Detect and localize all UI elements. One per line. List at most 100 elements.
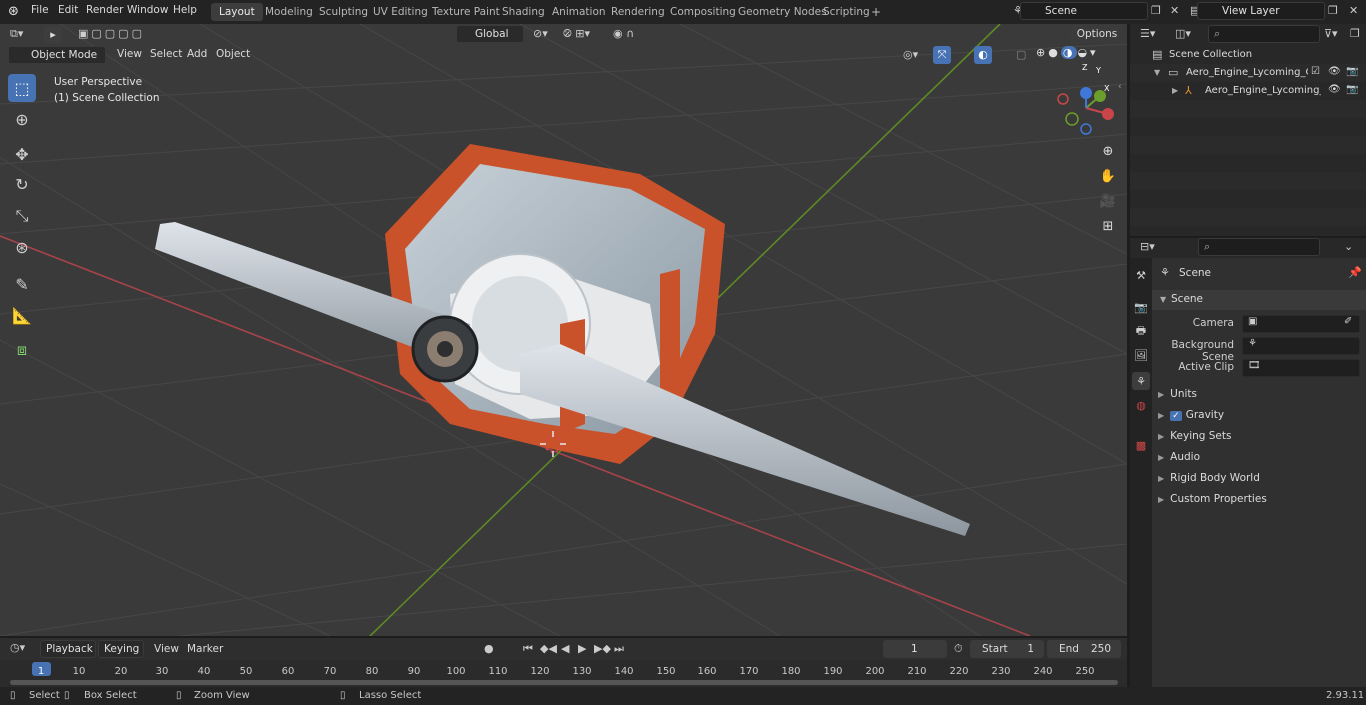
scene-tab-icon[interactable]: ⚘	[1132, 372, 1150, 390]
add-workspace-icon[interactable]: +	[871, 5, 881, 19]
menu-help[interactable]: Help	[173, 4, 197, 16]
menu-render[interactable]: Render	[86, 4, 123, 16]
playback-menu[interactable]: Playback	[40, 640, 96, 658]
new-scene-icon[interactable]: ❐	[1151, 4, 1161, 17]
shading-modes-icons[interactable]: ⊕● ◑ ◒▾	[1036, 46, 1099, 59]
end-frame-field[interactable]: End 250	[1047, 640, 1121, 658]
render-tab-icon[interactable]: 📷	[1132, 298, 1150, 316]
jump-end-icon[interactable]: ⏭	[614, 642, 624, 656]
menu-file[interactable]: File	[31, 4, 49, 16]
options-button[interactable]: Options	[1070, 25, 1124, 43]
pivot-icon[interactable]: ⊘▾	[533, 27, 548, 40]
expand-arrow-icon[interactable]: ▶	[1172, 86, 1178, 95]
zoom-icon[interactable]: ⊕	[1096, 139, 1120, 163]
camera-field[interactable]	[1242, 315, 1360, 333]
play-icon[interactable]: ▶	[578, 642, 586, 655]
tool-transform-icon[interactable]: ⊛	[8, 233, 36, 261]
section-custom-properties[interactable]: ▶ Custom Properties	[1158, 493, 1267, 505]
new-view-layer-icon[interactable]: ❐	[1328, 4, 1338, 17]
filter-icon[interactable]: ⊽▾	[1324, 27, 1338, 40]
stopwatch-icon[interactable]: ⏱	[954, 642, 963, 656]
tool-annotate-icon[interactable]: ✎	[8, 270, 36, 298]
outliner-editor-icon[interactable]: ☰▾	[1140, 27, 1155, 40]
ortho-grid-icon[interactable]: ⊞	[1096, 214, 1120, 238]
view-layer-field[interactable]: View Layer	[1197, 2, 1325, 20]
play-reverse-icon[interactable]: ◀	[561, 642, 569, 655]
new-collection-icon[interactable]: ❐	[1350, 27, 1360, 40]
collapse-arrow-icon[interactable]: ▼	[1160, 295, 1166, 304]
scene-field[interactable]: Scene	[1020, 2, 1148, 20]
editor-type-icon[interactable]: ⧉▾	[10, 27, 23, 41]
visibility-icon[interactable]: ◎▾	[903, 48, 918, 61]
gravity-checkbox-icon[interactable]: ✓	[1170, 411, 1182, 421]
transform-orientation-select[interactable]: Global	[456, 25, 524, 43]
start-frame-field[interactable]: Start 1	[970, 640, 1044, 658]
menu-edit[interactable]: Edit	[58, 4, 78, 16]
menu-window[interactable]: Window	[127, 4, 168, 16]
proportional-edit-icon[interactable]: ◉ ∩	[613, 27, 634, 40]
eyedropper-icon[interactable]: ✐	[1344, 316, 1352, 327]
delete-scene-icon[interactable]: ✕	[1170, 4, 1179, 17]
prev-keyframe-icon[interactable]: ◆◀	[540, 642, 557, 655]
render-camera-icon[interactable]: 📷	[1346, 66, 1358, 77]
tool-select-icon[interactable]: ▸	[44, 26, 62, 44]
jump-start-icon[interactable]: ⏮	[523, 642, 533, 656]
next-keyframe-icon[interactable]: ▶◆	[594, 642, 611, 655]
current-frame-field[interactable]: 1	[883, 640, 947, 658]
tool-measure-icon[interactable]: 📐	[8, 301, 36, 329]
timeline-scrollbar[interactable]	[10, 680, 1118, 685]
tool-scale-icon[interactable]: ⤡	[8, 202, 36, 230]
timeline-editor-icon[interactable]: ◷▾	[10, 641, 25, 654]
3d-viewport[interactable]: Z Y X ⧉▾ ▸ ▣▢▢▢▢ ⟀ Global ⊘▾ ⦼ ⊞▾ ◉ ∩ Op…	[0, 24, 1127, 636]
eye-icon[interactable]: 👁	[1328, 66, 1341, 77]
keying-menu[interactable]: Keying	[98, 640, 144, 658]
timeline-marker-menu[interactable]: Marker	[187, 643, 223, 655]
outliner-search-input[interactable]	[1208, 25, 1320, 43]
outliner-item-collection[interactable]: Aero_Engine_Lycoming_O_00	[1186, 67, 1308, 78]
blender-logo-icon[interactable]: ⊛	[8, 4, 19, 19]
checkbox-icon[interactable]: ☑	[1311, 66, 1320, 77]
tab-scripting[interactable]: Scripting	[815, 3, 878, 21]
section-gravity[interactable]: ▶ ✓ Gravity	[1158, 409, 1224, 421]
overlay-toggle-icon[interactable]: ◐	[974, 46, 992, 64]
mode-select[interactable]: Object Mode	[8, 46, 106, 64]
properties-options-icon[interactable]: ⌄	[1344, 240, 1353, 253]
menu-select[interactable]: Select	[150, 48, 182, 60]
gizmo-toggle-icon[interactable]: ⤧	[933, 46, 951, 64]
menu-add[interactable]: Add	[187, 48, 207, 60]
eye-icon[interactable]: 👁	[1328, 84, 1341, 95]
delete-view-layer-icon[interactable]: ✕	[1349, 4, 1358, 17]
timeline-panel[interactable]: ◷▾ Playback Keying View Marker ● ⏮ ◆◀ ◀ …	[0, 638, 1127, 687]
world-tab-icon[interactable]: ◍	[1132, 396, 1150, 414]
pan-hand-icon[interactable]: ✋	[1096, 164, 1120, 188]
select-mode-icons[interactable]: ▣▢▢▢▢	[78, 27, 145, 40]
render-camera-icon[interactable]: 📷	[1346, 84, 1358, 95]
sidebar-toggle-icon[interactable]: ‹	[1118, 82, 1122, 92]
view-layer-tab-icon[interactable]: 🖼	[1132, 346, 1150, 364]
xray-icon[interactable]: ▢	[1016, 48, 1026, 61]
tool-move-icon[interactable]: ✥	[8, 140, 36, 168]
record-icon[interactable]: ●	[484, 642, 494, 655]
background-scene-field[interactable]	[1242, 337, 1360, 355]
outliner-item-object[interactable]: Aero_Engine_Lycoming_(	[1205, 85, 1321, 96]
outliner-root[interactable]: Scene Collection	[1169, 49, 1252, 60]
tab-layout[interactable]: Layout	[211, 3, 263, 21]
pin-icon[interactable]: 📌	[1348, 266, 1362, 279]
section-audio[interactable]: ▶ Audio	[1158, 451, 1200, 463]
snap-icon[interactable]: ⦼ ⊞▾	[563, 27, 590, 41]
outliner-display-icon[interactable]: ◫▾	[1175, 27, 1191, 40]
section-keying-sets[interactable]: ▶ Keying Sets	[1158, 430, 1231, 442]
menu-object[interactable]: Object	[216, 48, 250, 60]
texture-tab-icon[interactable]: ▩	[1132, 436, 1150, 454]
properties-search-input[interactable]	[1198, 238, 1320, 256]
output-tab-icon[interactable]: 🖶	[1132, 322, 1150, 340]
tool-add-cube-icon[interactable]: ⧈	[8, 336, 36, 364]
tool-rotate-icon[interactable]: ↻	[8, 170, 36, 198]
section-rigid-body-world[interactable]: ▶ Rigid Body World	[1158, 472, 1260, 484]
expand-arrow-icon[interactable]: ▼	[1154, 68, 1160, 77]
tool-select-box[interactable]: ⬚	[8, 74, 36, 102]
tool-cursor-icon[interactable]: ⊕	[8, 105, 36, 133]
menu-view[interactable]: View	[117, 48, 142, 60]
properties-editor-icon[interactable]: ⊟▾	[1140, 240, 1155, 253]
tool-tab-icon[interactable]: ⚒	[1132, 266, 1150, 284]
